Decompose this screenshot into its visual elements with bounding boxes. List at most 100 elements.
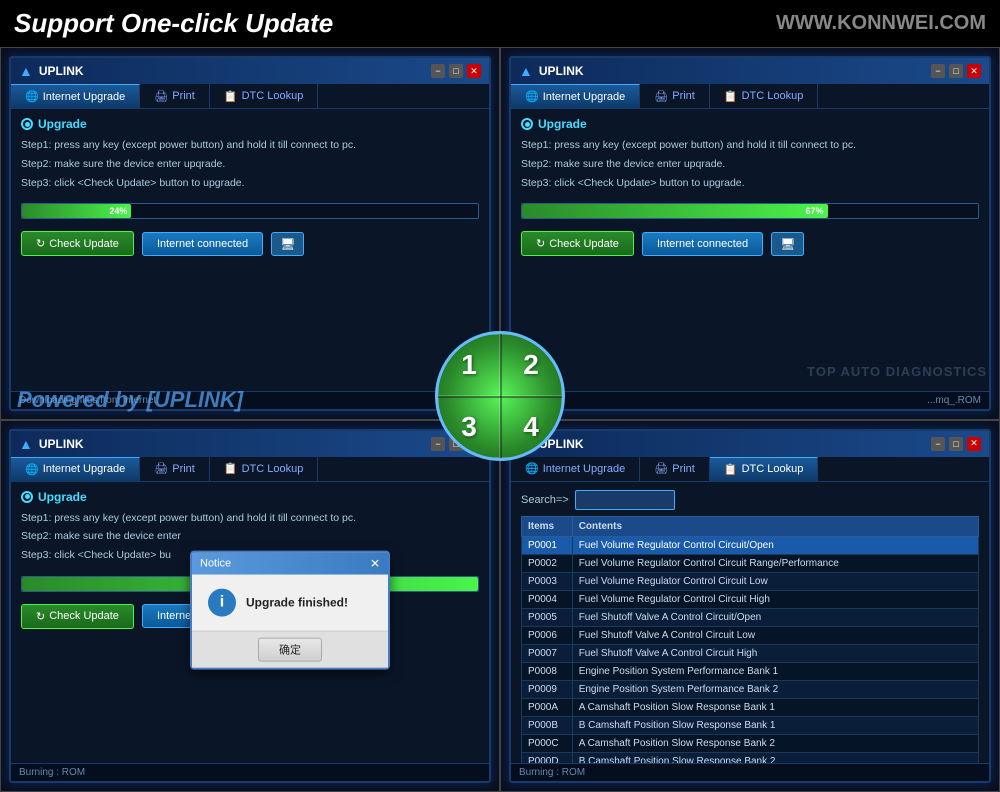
status-text-1: Downloading files from internet. [19, 395, 159, 406]
tab-print-3[interactable]: 🖨 Print [140, 457, 210, 481]
progress-track-1: 24% [21, 203, 479, 219]
dtc-search-row: Search=> [521, 490, 979, 510]
dtc-icon-1: 📋 [224, 90, 238, 103]
status-bar-4: Burning : ROM [511, 763, 989, 781]
dtc-code: P000C [522, 734, 573, 752]
check-update-btn-1[interactable]: ↻ Check Update [21, 231, 134, 256]
dtc-icon-4: 📋 [724, 463, 738, 476]
print-icon-2: 🖨 [654, 90, 668, 103]
status-right-2: ...mq_.ROM [927, 395, 981, 406]
dtc-desc: Fuel Volume Regulator Control Circuit Hi… [572, 590, 978, 608]
maximize-btn-1[interactable]: □ [449, 64, 463, 78]
progress-fill-2: 67% [522, 204, 828, 218]
dtc-table-body: P0001Fuel Volume Regulator Control Circu… [522, 536, 979, 763]
uplink-window-1: ▲ UPLINK − □ ✕ 🌐 Internet Upgrade 🖨 Prin… [9, 56, 491, 411]
table-row: P0007Fuel Shutoff Valve A Control Circui… [522, 644, 979, 662]
refresh-icon-1: ↻ [36, 237, 45, 250]
progress-fill-1: 24% [22, 204, 131, 218]
window-title-2: UPLINK [539, 64, 584, 78]
screen-icon-2: 🖥 [780, 237, 795, 251]
minimize-btn-3[interactable]: − [431, 437, 445, 451]
window-controls-1: − □ ✕ [431, 64, 481, 78]
progress-track-2: 67% [521, 203, 979, 219]
tab-dtc-3[interactable]: 📋 DTC Lookup [210, 457, 318, 481]
titlebar-2: ▲ UPLINK − □ ✕ [511, 58, 989, 84]
close-btn-2[interactable]: ✕ [967, 64, 981, 78]
dtc-desc: Engine Position System Performance Bank … [572, 680, 978, 698]
tab-bar-3: 🌐 Internet Upgrade 🖨 Print 📋 DTC Lookup [11, 457, 489, 482]
tab-dtc-2[interactable]: 📋 DTC Lookup [710, 84, 818, 108]
step1-3: Step1: press any key (except power butto… [21, 510, 479, 527]
tab-internet-upgrade-3[interactable]: 🌐 Internet Upgrade [11, 457, 140, 481]
globe-icon-3: 🌐 [25, 463, 39, 476]
dtc-code: P0002 [522, 554, 573, 572]
print-icon-1: 🖨 [154, 90, 168, 103]
screen-btn-2[interactable]: 🖥 [771, 232, 804, 256]
tab-dtc-4[interactable]: 📋 DTC Lookup [710, 457, 818, 481]
notice-dialog: Notice ✕ i Upgrade finished! 确定 [190, 551, 390, 670]
globe-icon-1: 🌐 [25, 90, 39, 103]
uplink-icon-3: ▲ [19, 436, 33, 452]
window-content-4: Search=> Items Contents P0001Fuel Volume… [511, 482, 989, 764]
close-btn-4[interactable]: ✕ [967, 437, 981, 451]
check-update-btn-2[interactable]: ↻ Check Update [521, 231, 634, 256]
table-row: P000AA Camshaft Position Slow Response B… [522, 698, 979, 716]
dtc-desc: Fuel Volume Regulator Control Circuit/Op… [572, 536, 978, 554]
notice-message: Upgrade finished! [246, 596, 348, 610]
dtc-desc: A Camshaft Position Slow Response Bank 2 [572, 734, 978, 752]
quadrant-3: ▲ UPLINK − □ ✕ 🌐 Internet Upgrade 🖨 Prin… [0, 420, 500, 792]
close-btn-1[interactable]: ✕ [467, 64, 481, 78]
maximize-btn-2[interactable]: □ [949, 64, 963, 78]
brand-text: WWW.KONNWEI.COM [776, 12, 986, 35]
globe-icon-4: 🌐 [525, 462, 539, 475]
tab-dtc-1[interactable]: 📋 DTC Lookup [210, 84, 318, 108]
upgrade-title-2: Upgrade [521, 117, 979, 131]
dtc-desc: Engine Position System Performance Bank … [572, 662, 978, 680]
dtc-code: P000D [522, 752, 573, 763]
step1-2: Step1: press any key (except power butto… [521, 137, 979, 154]
refresh-icon-2: ↻ [536, 237, 545, 250]
dtc-table: Items Contents P0001Fuel Volume Regulato… [521, 516, 979, 764]
maximize-btn-4[interactable]: □ [949, 437, 963, 451]
print-icon-4: 🖨 [654, 462, 668, 475]
progress-container-1: 24% [21, 203, 479, 219]
internet-connected-btn-2[interactable]: Internet connected [642, 232, 763, 256]
uplink-icon-2: ▲ [519, 63, 533, 79]
page-title: Support One-click Update [14, 8, 333, 39]
progress-label-2: 67% [806, 206, 824, 216]
tab-print-4[interactable]: 🖨 Print [640, 457, 710, 481]
window-title-3: UPLINK [39, 437, 84, 451]
table-row: P000DB Camshaft Position Slow Response B… [522, 752, 979, 763]
check-update-btn-3[interactable]: ↻ Check Update [21, 604, 134, 629]
uplink-window-4: ▲ UPLINK − □ ✕ 🌐 Internet Upgrade 🖨 Prin… [509, 429, 991, 784]
tab-internet-upgrade-1[interactable]: 🌐 Internet Upgrade [11, 84, 140, 108]
minimize-btn-2[interactable]: − [931, 64, 945, 78]
minimize-btn-1[interactable]: − [431, 64, 445, 78]
notice-body: i Upgrade finished! [192, 575, 388, 631]
dtc-desc: Fuel Shutoff Valve A Control Circuit Hig… [572, 644, 978, 662]
notice-ok-button[interactable]: 确定 [258, 638, 322, 662]
notice-info-icon: i [208, 589, 236, 617]
table-row: P0003Fuel Volume Regulator Control Circu… [522, 572, 979, 590]
tab-internet-upgrade-4[interactable]: 🌐 Internet Upgrade [511, 457, 640, 481]
window-controls-4: − □ ✕ [931, 437, 981, 451]
minimize-btn-4[interactable]: − [931, 437, 945, 451]
screen-btn-1[interactable]: 🖥 [271, 232, 304, 256]
window-content-2: Upgrade Step1: press any key (except pow… [511, 109, 989, 391]
refresh-icon-3: ↻ [36, 610, 45, 623]
notice-close-btn[interactable]: ✕ [370, 557, 380, 571]
tab-print-1[interactable]: 🖨 Print [140, 84, 210, 108]
upgrade-title-1: Upgrade [21, 117, 479, 131]
quadrant-4: ▲ UPLINK − □ ✕ 🌐 Internet Upgrade 🖨 Prin… [500, 420, 1000, 792]
dtc-desc: Fuel Shutoff Valve A Control Circuit/Ope… [572, 608, 978, 626]
upgrade-circle-icon-2 [521, 118, 533, 130]
table-row: P0006Fuel Shutoff Valve A Control Circui… [522, 626, 979, 644]
window-content-1: Upgrade Step1: press any key (except pow… [11, 109, 489, 391]
search-input[interactable] [575, 490, 675, 510]
internet-connected-btn-1[interactable]: Internet connected [142, 232, 263, 256]
tab-print-2[interactable]: 🖨 Print [640, 84, 710, 108]
notice-titlebar: Notice ✕ [192, 553, 388, 575]
globe-icon-2: 🌐 [525, 90, 539, 103]
dtc-desc: B Camshaft Position Slow Response Bank 2 [572, 752, 978, 763]
tab-internet-upgrade-2[interactable]: 🌐 Internet Upgrade [511, 84, 640, 108]
